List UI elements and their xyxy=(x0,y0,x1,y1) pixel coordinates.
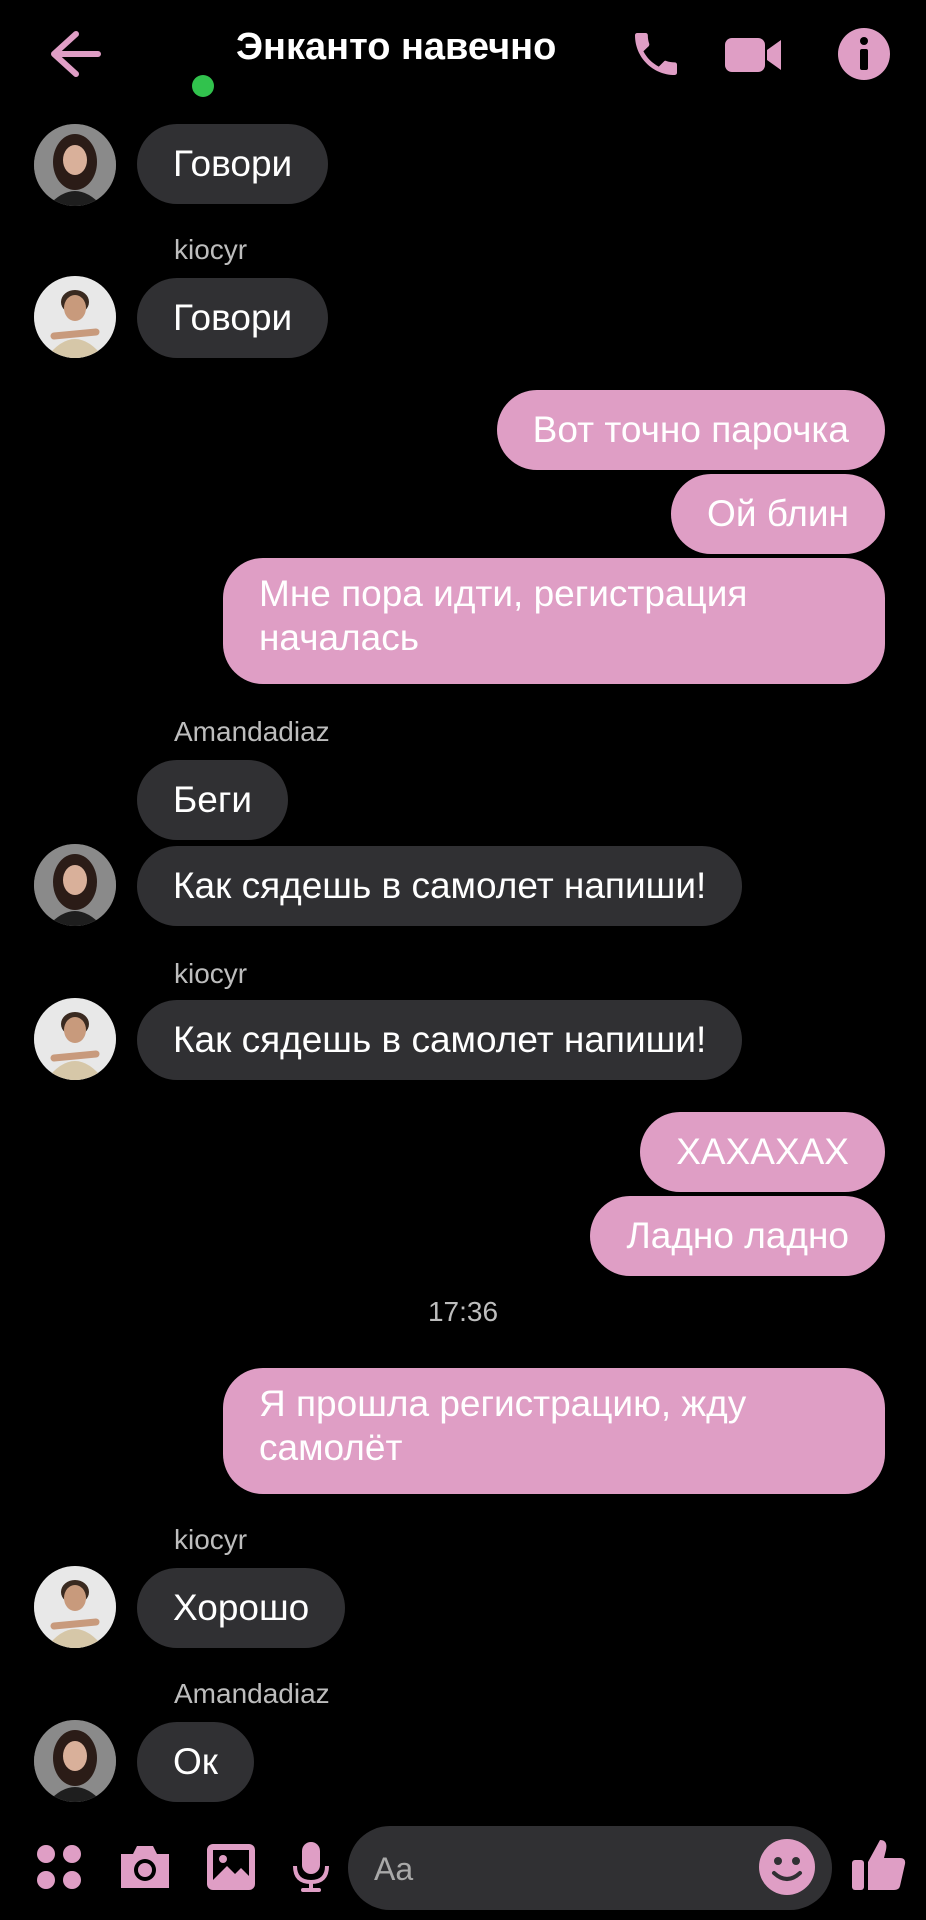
timestamp: 17:36 xyxy=(427,1296,499,1327)
avatar-amandadiaz[interactable] xyxy=(34,844,116,926)
sender-name: kiocyr xyxy=(174,958,248,989)
info-button[interactable] xyxy=(832,22,896,86)
avatar-kiocyr[interactable] xyxy=(34,1566,116,1648)
chat-title[interactable]: Энканто навечно xyxy=(236,26,556,69)
message-bubble[interactable]: Беги xyxy=(137,760,289,840)
info-icon xyxy=(838,28,890,80)
voice-button[interactable] xyxy=(280,1836,342,1898)
avatar-amandadiaz[interactable] xyxy=(34,124,116,206)
message-bubble[interactable]: Как сядешь в самолет напиши! xyxy=(137,846,743,926)
message-bubble-outgoing[interactable]: Мне пора идти, регистрация началась xyxy=(223,558,885,684)
message-input-wrapper[interactable] xyxy=(348,1826,832,1912)
message-bubble-outgoing[interactable]: Вот точно парочка xyxy=(496,390,885,470)
gallery-icon xyxy=(207,1844,255,1890)
avatar-kiocyr[interactable] xyxy=(34,276,116,358)
emoji-button[interactable] xyxy=(756,1836,818,1898)
message-bubble[interactable]: Как сядешь в самолет напиши! xyxy=(137,1000,743,1080)
sender-name: Amandadiaz xyxy=(174,716,330,747)
message-bubble[interactable]: Говори xyxy=(137,124,329,204)
avatar-amandadiaz[interactable] xyxy=(34,1720,116,1802)
camera-button[interactable] xyxy=(114,1836,176,1898)
back-button[interactable] xyxy=(42,22,106,86)
microphone-icon xyxy=(293,1842,329,1892)
chat-header: Энканто навечно xyxy=(0,0,926,108)
message-bubble-outgoing[interactable]: ХАХАХАХ xyxy=(640,1112,885,1192)
video-icon xyxy=(725,38,781,72)
sender-name: kiocyr xyxy=(174,1524,248,1555)
avatar-kiocyr[interactable] xyxy=(34,998,116,1080)
like-button[interactable] xyxy=(848,1834,910,1896)
message-bubble[interactable]: Ок xyxy=(137,1722,254,1802)
sender-name: kiocyr xyxy=(174,234,248,265)
message-bubble-outgoing[interactable]: Ладно ладно xyxy=(590,1196,885,1276)
sender-name: Amandadiaz xyxy=(174,1678,330,1709)
message-input[interactable] xyxy=(372,1826,756,1912)
emoji-icon xyxy=(759,1839,815,1895)
gallery-button[interactable] xyxy=(200,1836,262,1898)
back-arrow-icon xyxy=(51,31,101,77)
video-call-button[interactable] xyxy=(722,22,786,86)
camera-icon xyxy=(121,1846,169,1888)
thumbs-up-icon xyxy=(852,1840,906,1890)
apps-icon xyxy=(37,1845,81,1889)
message-bubble-outgoing[interactable]: Я прошла регистрацию, жду самолёт xyxy=(223,1368,885,1494)
message-bubble[interactable]: Говори xyxy=(137,278,329,358)
apps-button[interactable] xyxy=(28,1836,90,1898)
message-bubble[interactable]: Хорошо xyxy=(137,1568,346,1648)
phone-icon xyxy=(635,33,677,75)
message-bubble-outgoing[interactable]: Ой блин xyxy=(671,474,885,554)
online-indicator xyxy=(192,75,214,97)
call-button[interactable] xyxy=(624,22,688,86)
